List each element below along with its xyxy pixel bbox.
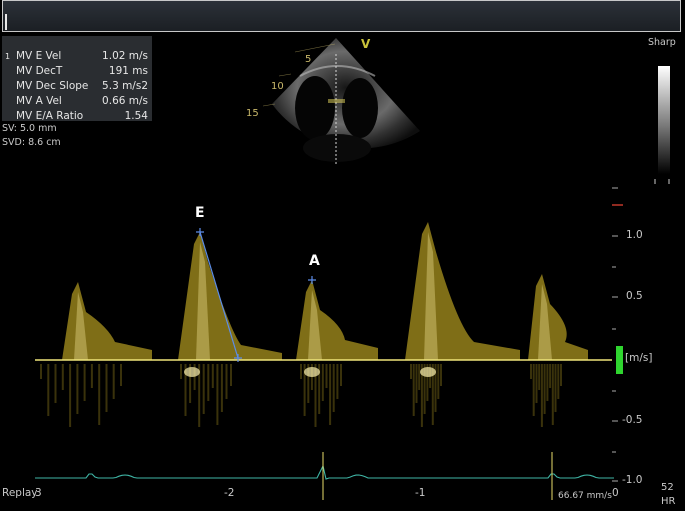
reverse-flow-streak <box>220 364 223 412</box>
valve-click-artifact <box>420 367 436 377</box>
reverse-flow-streak <box>532 364 535 416</box>
reverse-flow-streak <box>90 364 93 388</box>
reverse-flow-streak <box>560 364 562 386</box>
reverse-flow-streak <box>410 364 412 379</box>
velocity-tick-neg1.0: -1.0 <box>622 474 643 486</box>
reverse-flow-streak <box>120 364 122 386</box>
reverse-flow-streak <box>554 364 557 412</box>
ecg-trace <box>35 464 614 480</box>
reverse-flow-streak <box>340 364 342 386</box>
spectral-wave <box>528 274 588 360</box>
reverse-flow-streak <box>418 364 421 390</box>
reverse-flow-streak <box>40 364 42 379</box>
reverse-flow-streak <box>549 364 552 388</box>
reverse-flow-streak <box>540 364 543 427</box>
reverse-flow-streak <box>543 364 546 414</box>
velocity-unit-label: [m/s] <box>625 352 653 364</box>
reverse-flow-streak <box>551 364 554 425</box>
velocity-tick-neg0.5: -0.5 <box>622 414 643 426</box>
velocity-tick-1.0: 1.0 <box>626 229 643 241</box>
reverse-flow-streak <box>98 364 101 425</box>
reverse-flow-streak <box>332 364 335 412</box>
spectral-wave <box>296 280 378 360</box>
reverse-flow-streak <box>112 364 115 399</box>
reverse-flow-streak <box>216 364 219 425</box>
reverse-flow-streak <box>69 364 72 427</box>
ecg-trigger-markers <box>322 452 553 500</box>
a-wave-label: A <box>309 253 320 269</box>
reverse-flow-streak <box>54 364 57 403</box>
reverse-flow-streak <box>47 364 50 416</box>
reverse-flow-streak <box>321 364 324 401</box>
reverse-flow-streak <box>535 364 538 403</box>
a-peak-caliper-cross[interactable] <box>308 276 316 284</box>
heart-rate-label: HR <box>661 496 676 507</box>
reverse-flow-streak <box>412 364 415 416</box>
reverse-flow-streak <box>530 364 532 379</box>
reverse-flow-streak <box>336 364 339 399</box>
reverse-flow-streak <box>61 364 64 390</box>
valve-click-artifact <box>304 367 320 377</box>
reverse-flow-streak <box>546 364 549 401</box>
reverse-flow-streak <box>325 364 328 388</box>
reverse-flow-streak <box>440 364 442 386</box>
reverse-flow-streak <box>207 364 210 401</box>
reverse-flow-streak <box>437 364 440 399</box>
spectrum-reverse-flow <box>40 364 562 427</box>
reverse-flow-streak <box>83 364 86 401</box>
spectral-wave <box>405 222 520 360</box>
spectrum-envelope-fill <box>62 222 588 360</box>
reverse-flow-streak <box>557 364 560 399</box>
reverse-flow-streak <box>202 364 205 414</box>
velocity-scale-indicator[interactable] <box>616 346 623 374</box>
time-tick-1: -1 <box>415 487 426 499</box>
sweep-speed-label: 66.67 mm/s <box>558 491 612 501</box>
reverse-flow-streak <box>300 364 302 379</box>
velocity-scale-ticks <box>612 187 623 482</box>
reverse-flow-streak <box>538 364 541 390</box>
e-wave-label: E <box>195 205 205 221</box>
time-tick-2: -2 <box>224 487 235 499</box>
doppler-spectrum <box>35 187 623 500</box>
reverse-flow-streak <box>415 364 418 403</box>
heart-rate-value: 52 <box>661 482 674 493</box>
reverse-flow-streak <box>230 364 232 386</box>
replay-label[interactable]: Replay <box>2 487 38 499</box>
spectral-wave <box>178 232 282 360</box>
valve-click-artifact <box>184 367 200 377</box>
reverse-flow-streak <box>105 364 108 412</box>
velocity-tick-0.5: 0.5 <box>626 290 643 302</box>
e-peak-caliper-cross[interactable] <box>196 228 204 236</box>
reverse-flow-streak <box>76 364 79 414</box>
reverse-flow-streak <box>180 364 182 379</box>
time-tick-0: 0 <box>612 487 619 499</box>
reverse-flow-streak <box>225 364 228 399</box>
reverse-flow-streak <box>329 364 332 425</box>
reverse-flow-streak <box>211 364 214 388</box>
